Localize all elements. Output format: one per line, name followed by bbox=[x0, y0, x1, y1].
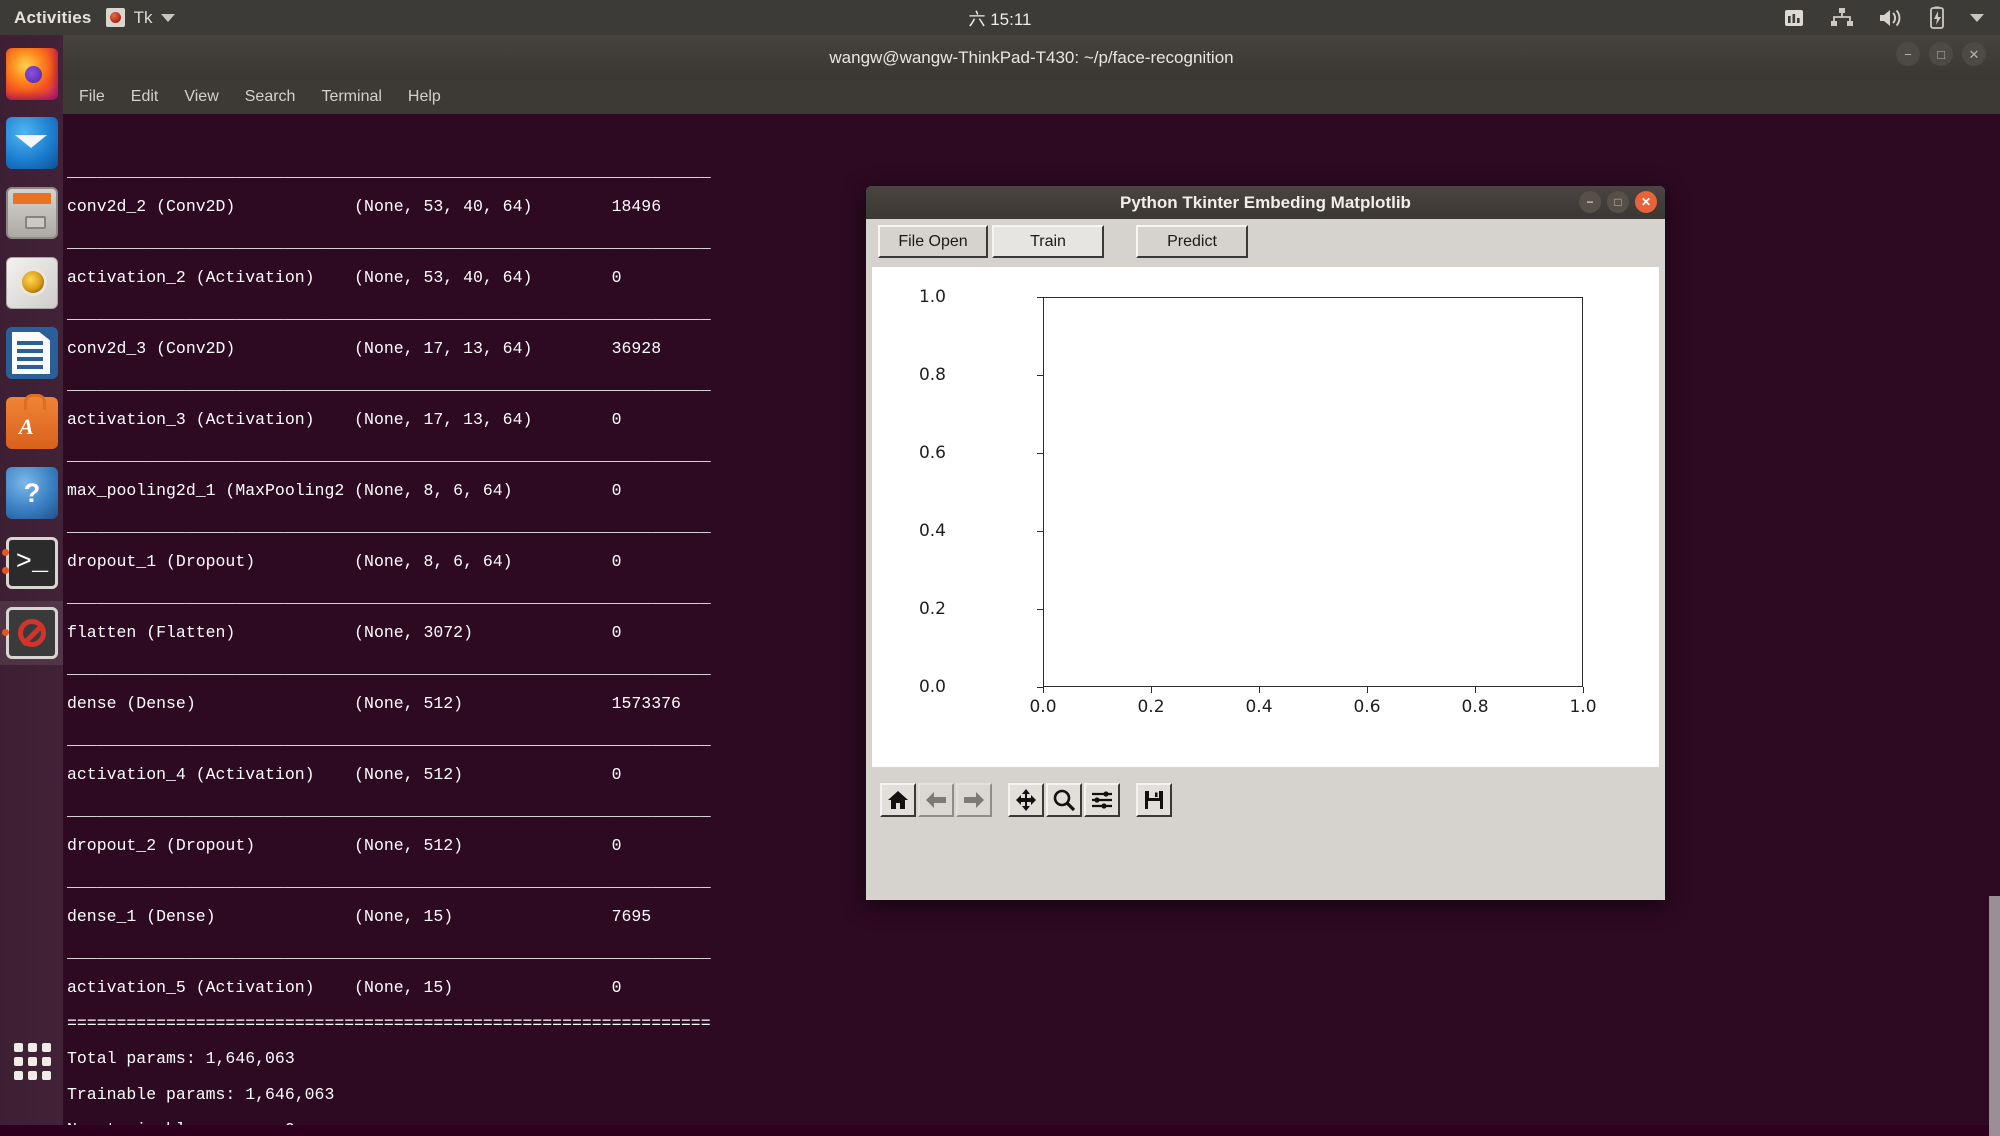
tkinter-button-row: File Open Train Predict bbox=[866, 219, 1665, 263]
x-tick-label-0: 0.0 bbox=[1029, 697, 1057, 717]
launcher-item-terminal[interactable]: >_ bbox=[2, 537, 58, 589]
y-tick-label-1: 1.0 bbox=[918, 287, 946, 307]
close-icon[interactable]: ✕ bbox=[1962, 42, 1986, 66]
chevron-down-icon bbox=[161, 13, 176, 22]
tkinter-title: Python Tkinter Embeding Matplotlib bbox=[1120, 192, 1411, 212]
tk-icon bbox=[105, 8, 125, 27]
x-tick-label-08: 0.8 bbox=[1461, 697, 1489, 717]
terminal-line: ________________________________________… bbox=[67, 161, 711, 181]
launcher-item-blocked-app[interactable] bbox=[2, 607, 58, 659]
terminal-line: ========================================… bbox=[67, 1013, 711, 1033]
back-arrow-icon[interactable] bbox=[918, 783, 954, 817]
launcher-item-thunderbird[interactable] bbox=[6, 117, 58, 169]
menu-search[interactable]: Search bbox=[243, 86, 298, 108]
tkinter-window-buttons: − □ ✕ bbox=[1579, 191, 1657, 213]
minimize-icon[interactable]: − bbox=[1579, 191, 1601, 213]
volume-icon[interactable] bbox=[1878, 7, 1904, 29]
battery-icon[interactable] bbox=[1928, 6, 1946, 30]
terminal-menubar: File Edit View Search Terminal Help bbox=[63, 80, 2000, 114]
y-tick-label-02: 0.2 bbox=[918, 599, 946, 619]
top-bar-right bbox=[1782, 6, 2000, 30]
terminal-titlebar[interactable]: wangw@wangw-ThinkPad-T430: ~/p/face-reco… bbox=[63, 35, 2000, 80]
show-applications-button[interactable] bbox=[6, 1035, 58, 1087]
app-menu-label: Tk bbox=[133, 7, 153, 27]
terminal-line: dense_1 (Dense) (None, 15) 7695 bbox=[67, 907, 652, 926]
launcher-item-files[interactable] bbox=[6, 187, 58, 239]
gnome-top-bar: Activities Tk 六 15:11 bbox=[0, 0, 2000, 35]
menu-help[interactable]: Help bbox=[406, 86, 443, 108]
pan-icon[interactable] bbox=[1008, 783, 1044, 817]
plot-axes bbox=[1043, 297, 1583, 687]
activities-button[interactable]: Activities bbox=[14, 8, 92, 28]
terminal-title: wangw@wangw-ThinkPad-T430: ~/p/face-reco… bbox=[829, 47, 1234, 67]
files-icon bbox=[6, 187, 58, 239]
app-menu[interactable]: Tk bbox=[105, 7, 176, 28]
maximize-icon[interactable]: □ bbox=[1929, 42, 1953, 66]
save-icon[interactable] bbox=[1136, 783, 1172, 817]
file-open-button[interactable]: File Open bbox=[878, 225, 988, 258]
subplot-config-icon[interactable] bbox=[1084, 783, 1120, 817]
close-icon[interactable]: ✕ bbox=[1635, 191, 1657, 213]
menu-file[interactable]: File bbox=[77, 86, 107, 108]
menu-edit[interactable]: Edit bbox=[129, 86, 161, 108]
rhythmbox-icon bbox=[6, 257, 58, 309]
top-bar-left: Activities Tk bbox=[0, 7, 176, 28]
ubuntu-software-icon: A bbox=[6, 394, 58, 449]
network-icon[interactable] bbox=[1830, 7, 1854, 29]
terminal-line: Trainable params: 1,646,063 bbox=[67, 1084, 335, 1104]
maximize-icon[interactable]: □ bbox=[1607, 191, 1629, 213]
minimize-icon[interactable]: − bbox=[1896, 42, 1920, 66]
firefox-icon bbox=[6, 48, 58, 100]
launcher-item-help[interactable]: ? bbox=[6, 467, 58, 519]
terminal-line: Total params: 1,646,063 bbox=[67, 1049, 295, 1068]
terminal-icon: >_ bbox=[6, 537, 58, 589]
forward-arrow-icon[interactable] bbox=[956, 783, 992, 817]
train-button[interactable]: Train bbox=[992, 225, 1104, 258]
y-tick-label-08: 0.8 bbox=[918, 365, 946, 385]
tkinter-window: Python Tkinter Embeding Matplotlib − □ ✕… bbox=[866, 186, 1665, 900]
terminal-window-buttons: − □ ✕ bbox=[1896, 42, 1986, 66]
terminal-line: activation_5 (Activation) (None, 15) 0 bbox=[67, 978, 622, 997]
y-tick-label-06: 0.6 bbox=[918, 443, 946, 463]
system-menu-chevron-icon[interactable] bbox=[1970, 13, 1984, 22]
launcher-item-libreoffice-writer[interactable] bbox=[6, 327, 58, 379]
y-tick-label-0: 0.0 bbox=[918, 677, 946, 697]
help-icon: ? bbox=[6, 467, 58, 519]
libreoffice-writer-icon bbox=[6, 327, 58, 379]
launcher-item-firefox[interactable] bbox=[6, 48, 58, 100]
unity-launcher: A ? >_ bbox=[0, 35, 63, 1125]
home-icon[interactable] bbox=[880, 783, 916, 817]
predict-button[interactable]: Predict bbox=[1136, 225, 1248, 258]
thunderbird-icon bbox=[6, 117, 58, 169]
zoom-icon[interactable] bbox=[1046, 783, 1082, 817]
x-tick-label-1: 1.0 bbox=[1569, 697, 1597, 717]
terminal-line: ________________________________________… bbox=[67, 942, 711, 962]
no-entry-icon bbox=[6, 607, 58, 659]
y-tick-label-04: 0.4 bbox=[918, 521, 946, 541]
grid-apps-icon bbox=[6, 1035, 58, 1087]
menu-view[interactable]: View bbox=[182, 86, 220, 108]
matplotlib-canvas[interactable]: 1.0 0.8 0.6 0.4 0.2 0.0 0.0 0.2 0.4 0.6 … bbox=[872, 267, 1659, 767]
matplotlib-nav-toolbar bbox=[872, 771, 1659, 829]
x-tick-label-04: 0.4 bbox=[1245, 697, 1273, 717]
x-tick-label-02: 0.2 bbox=[1137, 697, 1165, 717]
tkinter-window-filler bbox=[866, 834, 1665, 900]
x-tick-label-06: 0.6 bbox=[1353, 697, 1381, 717]
terminal-scrollbar[interactable] bbox=[1989, 896, 2000, 1136]
menu-terminal[interactable]: Terminal bbox=[319, 86, 383, 108]
launcher-item-ubuntu-software[interactable]: A bbox=[6, 394, 58, 449]
clock[interactable]: 六 15:11 bbox=[0, 5, 2000, 30]
keyboard-indicator-icon[interactable] bbox=[1782, 6, 1806, 30]
launcher-item-rhythmbox[interactable] bbox=[6, 257, 58, 309]
terminal-line: Non-trainable params: 0 bbox=[67, 1112, 2000, 1125]
tkinter-titlebar[interactable]: Python Tkinter Embeding Matplotlib − □ ✕ bbox=[866, 186, 1665, 219]
